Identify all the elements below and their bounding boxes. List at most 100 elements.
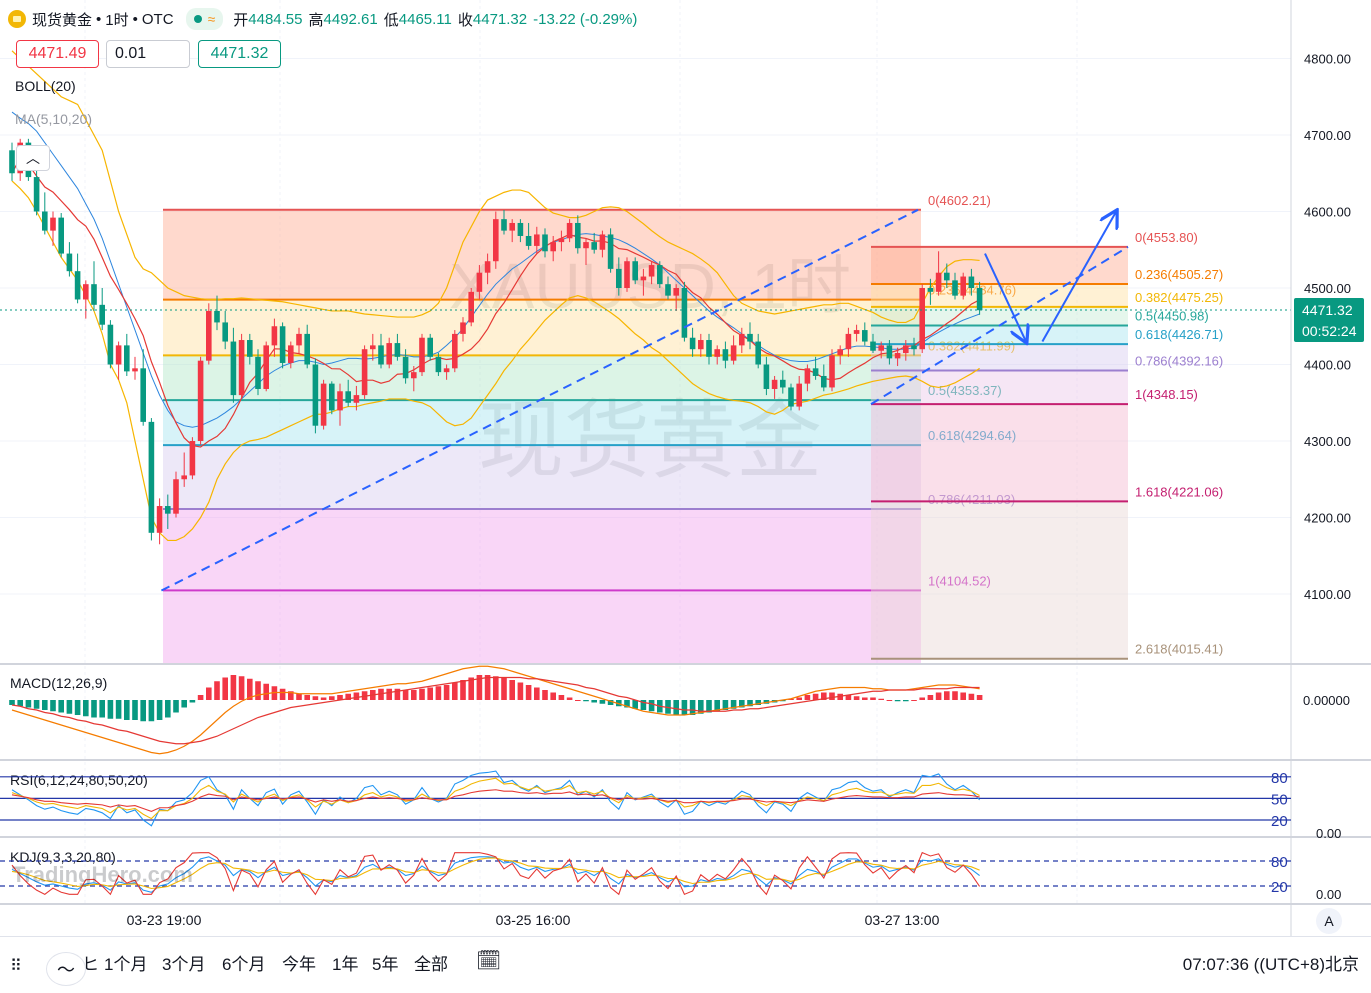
candle-body[interactable]	[165, 506, 171, 514]
candle-body[interactable]	[247, 340, 253, 357]
candle-body[interactable]	[935, 272, 942, 292]
candle-body[interactable]	[140, 368, 146, 422]
candle-body[interactable]	[911, 345, 917, 350]
candle-body[interactable]	[870, 341, 876, 351]
candle-body[interactable]	[353, 395, 360, 403]
quantity-input[interactable]: 0.01	[106, 40, 190, 68]
candle-body[interactable]	[493, 219, 499, 262]
candle-body[interactable]	[698, 340, 704, 350]
candle-body[interactable]	[279, 326, 286, 363]
candle-body[interactable]	[960, 276, 966, 296]
candle-body[interactable]	[829, 355, 835, 388]
candle-body[interactable]	[517, 222, 524, 236]
candle-body[interactable]	[443, 368, 450, 373]
candle-body[interactable]	[862, 330, 868, 342]
candle-body[interactable]	[640, 276, 647, 281]
chart-canvas[interactable]: XAUUSD, 1时现货黄金0(4602.21)0.236(4484.76)0.…	[0, 0, 1371, 988]
candle-body[interactable]	[255, 356, 261, 389]
candle-body[interactable]	[386, 343, 392, 365]
candle-body[interactable]	[886, 345, 893, 359]
candle-body[interactable]	[197, 360, 204, 441]
candle-body[interactable]	[337, 391, 343, 411]
candle-body[interactable]	[435, 356, 442, 373]
candle-body[interactable]	[173, 479, 179, 514]
candle-body[interactable]	[657, 265, 663, 285]
candle-body[interactable]	[345, 391, 351, 403]
candle-body[interactable]	[944, 272, 950, 281]
candle-body[interactable]	[648, 265, 655, 277]
candle-body[interactable]	[296, 333, 302, 346]
candle-body[interactable]	[878, 345, 884, 351]
period-button[interactable]: 全部	[414, 950, 448, 975]
candle-body[interactable]	[378, 345, 384, 365]
candle-body[interactable]	[419, 337, 425, 373]
candle-body[interactable]	[509, 222, 515, 231]
candle-body[interactable]	[739, 333, 745, 346]
candle-body[interactable]	[624, 261, 630, 288]
candle-body[interactable]	[394, 343, 401, 357]
candle-body[interactable]	[222, 322, 228, 342]
sell-button[interactable]: 4471.49	[16, 40, 99, 68]
candle-body[interactable]	[427, 337, 433, 357]
interval-label[interactable]: 1时	[105, 9, 128, 30]
boll-indicator-label[interactable]: BOLL(20)	[15, 78, 76, 94]
candle-body[interactable]	[673, 288, 679, 296]
candle-body[interactable]	[476, 272, 483, 292]
candle-body[interactable]	[804, 368, 811, 384]
candle-body[interactable]	[665, 284, 671, 296]
candle-body[interactable]	[788, 387, 794, 407]
period-button[interactable]: 6个月	[222, 950, 265, 975]
candle-body[interactable]	[312, 364, 319, 426]
candle-body[interactable]	[812, 368, 819, 376]
candle-body[interactable]	[271, 326, 278, 346]
candle-body[interactable]	[468, 291, 474, 323]
candle-body[interactable]	[230, 341, 237, 396]
candle-body[interactable]	[99, 304, 105, 325]
candle-body[interactable]	[894, 353, 901, 359]
drawing-tool-icon[interactable]: 〜	[46, 952, 86, 986]
period-button[interactable]: 5年	[372, 950, 398, 975]
candle-body[interactable]	[542, 234, 548, 252]
auto-scale-button[interactable]: A	[1316, 908, 1342, 934]
candle-body[interactable]	[534, 234, 540, 246]
candle-body[interactable]	[525, 235, 532, 246]
candle-body[interactable]	[33, 177, 40, 212]
candle-body[interactable]	[263, 345, 269, 389]
candle-body[interactable]	[42, 211, 48, 231]
candle-body[interactable]	[288, 345, 294, 363]
candle-body[interactable]	[74, 271, 81, 300]
candle-body[interactable]	[689, 337, 696, 350]
candle-body[interactable]	[50, 217, 56, 231]
candle-body[interactable]	[238, 340, 245, 396]
buy-button[interactable]: 4471.32	[198, 40, 281, 68]
candle-body[interactable]	[148, 421, 155, 533]
candle-body[interactable]	[747, 333, 753, 342]
candle-body[interactable]	[58, 217, 64, 254]
period-button[interactable]: 今年	[282, 950, 316, 975]
clock-display[interactable]: 07:07:36 ((UTC+8)北京	[1183, 950, 1359, 975]
candle-body[interactable]	[452, 333, 458, 369]
candle-body[interactable]	[968, 276, 975, 288]
candle-body[interactable]	[952, 280, 958, 296]
candle-body[interactable]	[616, 268, 622, 288]
candle-body[interactable]	[714, 349, 720, 357]
candle-body[interactable]	[107, 324, 114, 365]
candle-body[interactable]	[411, 372, 417, 379]
period-button[interactable]: 1年	[332, 950, 358, 975]
candle-body[interactable]	[583, 242, 589, 249]
candle-body[interactable]	[755, 341, 761, 365]
candle-body[interactable]	[706, 340, 712, 357]
symbol-name[interactable]: 现货黄金	[32, 9, 92, 30]
candle-body[interactable]	[722, 349, 729, 361]
candle-body[interactable]	[501, 219, 507, 231]
candle-body[interactable]	[853, 330, 860, 334]
candle-body[interactable]	[558, 238, 565, 243]
period-button[interactable]: 1个月	[104, 950, 147, 975]
ma-indicator-label[interactable]: MA(5,10,20)	[15, 111, 92, 127]
candle-body[interactable]	[976, 288, 983, 311]
candle-body[interactable]	[370, 345, 376, 350]
candle-body[interactable]	[132, 368, 138, 372]
candle-body[interactable]	[903, 345, 909, 354]
candle-body[interactable]	[730, 345, 737, 361]
candle-body[interactable]	[402, 356, 409, 379]
